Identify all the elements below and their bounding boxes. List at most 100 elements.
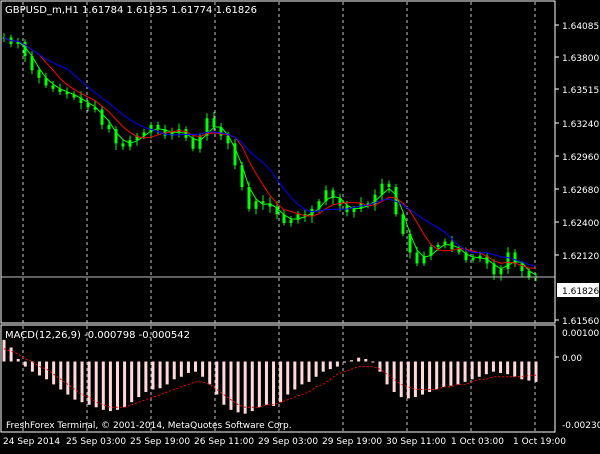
macd-bar bbox=[250, 361, 254, 412]
macd-bar bbox=[123, 361, 127, 408]
candle-body bbox=[471, 257, 475, 261]
time-tick: 30 Sep 11:00 bbox=[386, 437, 446, 447]
macd-bar bbox=[491, 361, 495, 372]
macd-bar bbox=[73, 361, 77, 400]
moving-averages bbox=[3, 37, 537, 276]
macd-bar bbox=[52, 361, 56, 385]
price-axis: 1.64085 1.63800 1.63515 1.63240 1.62960 … bbox=[555, 22, 599, 327]
candle-body bbox=[380, 183, 384, 195]
chart-canvas[interactable]: GBPUSD_m,H1 1.61784 1.61835 1.61774 1.61… bbox=[0, 0, 600, 450]
macd-bar bbox=[165, 361, 169, 385]
macd-bar bbox=[357, 357, 361, 362]
price-tick: 1.62960 bbox=[562, 153, 599, 163]
macd-bar bbox=[286, 361, 290, 395]
candle-body bbox=[352, 208, 356, 213]
macd-bar bbox=[80, 361, 84, 403]
candle-body bbox=[254, 201, 258, 209]
macd-bar bbox=[527, 361, 531, 381]
macd-bar bbox=[243, 361, 247, 414]
macd-tick: 0.00 bbox=[562, 354, 582, 364]
candle-body bbox=[107, 124, 111, 130]
macd-bar bbox=[137, 361, 141, 398]
macd-bar bbox=[328, 361, 332, 370]
price-tick: 1.64085 bbox=[562, 22, 599, 32]
macd-bar bbox=[158, 361, 162, 389]
macd-bar bbox=[371, 361, 375, 363]
candle-body bbox=[37, 70, 41, 78]
macd-bar bbox=[321, 361, 325, 372]
macd-bar bbox=[293, 361, 297, 390]
macd-bar bbox=[413, 361, 417, 398]
candle-body bbox=[520, 263, 524, 272]
macd-bar bbox=[30, 361, 34, 372]
macd-bar bbox=[229, 361, 233, 410]
macd-bar bbox=[257, 361, 261, 408]
macd-bar bbox=[350, 360, 354, 362]
macd-bar bbox=[484, 361, 488, 375]
candle-body bbox=[289, 219, 293, 224]
ma-fast-line bbox=[3, 37, 537, 276]
candle-body bbox=[191, 137, 195, 149]
macd-indicator[interactable] bbox=[2, 339, 538, 414]
price-tick: 1.63240 bbox=[562, 120, 599, 130]
macd-bar bbox=[534, 361, 538, 382]
price-tick: 1.62400 bbox=[562, 219, 599, 229]
macd-bar bbox=[449, 361, 453, 386]
copyright-text: FreshForex Terminal, © 2001-2014, MetaQu… bbox=[6, 421, 292, 431]
macd-axis: 0.001003 0.00 -0.002303 bbox=[555, 329, 600, 431]
trading-chart[interactable]: GBPUSD_m,H1 1.61784 1.61835 1.61774 1.61… bbox=[0, 0, 600, 450]
bid-label: 1.61826 bbox=[562, 287, 599, 297]
macd-bar bbox=[364, 358, 368, 362]
macd-bar bbox=[300, 361, 304, 385]
time-tick: 1 Oct 19:00 bbox=[513, 437, 566, 447]
macd-bar bbox=[130, 361, 134, 403]
candle-body bbox=[401, 214, 405, 234]
macd-bar bbox=[144, 361, 148, 393]
macd-bar bbox=[222, 361, 226, 405]
macd-bar bbox=[435, 361, 439, 390]
macd-bar bbox=[428, 361, 432, 393]
time-tick: 24 Sep 2014 bbox=[3, 437, 60, 447]
macd-bar bbox=[477, 361, 481, 377]
macd-signal-line bbox=[3, 348, 537, 408]
price-tick: 1.62680 bbox=[562, 186, 599, 196]
macd-tick: -0.002303 bbox=[562, 421, 600, 431]
macd-bar bbox=[94, 361, 98, 408]
main-panel-frame bbox=[0, 0, 556, 324]
candle-body bbox=[198, 135, 202, 149]
macd-bar bbox=[9, 347, 13, 362]
macd-bar bbox=[59, 361, 63, 390]
candle-body bbox=[506, 252, 510, 269]
macd-bar bbox=[470, 361, 474, 380]
candle-body bbox=[121, 143, 125, 147]
macd-bar bbox=[194, 361, 198, 372]
macd-bar bbox=[151, 361, 155, 390]
macd-tick: 0.001003 bbox=[562, 329, 600, 339]
macd-bar bbox=[2, 339, 6, 362]
price-tick: 1.63800 bbox=[562, 54, 599, 64]
candle-body bbox=[415, 252, 419, 264]
macd-bar bbox=[115, 361, 119, 410]
macd-bar bbox=[463, 361, 467, 382]
macd-bar bbox=[442, 361, 446, 387]
candle-body bbox=[247, 187, 251, 209]
macd-bar bbox=[37, 361, 41, 376]
candle-body bbox=[436, 244, 440, 248]
macd-bar bbox=[506, 361, 510, 375]
time-tick: 1 Oct 03:00 bbox=[451, 437, 504, 447]
candle-body bbox=[387, 183, 391, 188]
macd-bar bbox=[406, 361, 410, 399]
macd-bar bbox=[335, 361, 339, 367]
time-axis: 24 Sep 2014 25 Sep 03:00 25 Sep 19:00 26… bbox=[3, 437, 566, 447]
macd-bar bbox=[307, 361, 311, 382]
macd-bar bbox=[16, 358, 20, 362]
candle-body bbox=[51, 85, 55, 89]
macd-header: MACD(12,26,9) -0.000798 -0.000542 bbox=[5, 330, 190, 341]
macd-bar bbox=[201, 361, 205, 377]
chart-header: GBPUSD_m,H1 1.61784 1.61835 1.61774 1.61… bbox=[5, 5, 257, 16]
macd-bar bbox=[186, 361, 190, 373]
macd-bar bbox=[179, 361, 183, 377]
macd-bar bbox=[172, 361, 176, 380]
macd-bar bbox=[264, 361, 268, 405]
macd-bar bbox=[314, 361, 318, 377]
